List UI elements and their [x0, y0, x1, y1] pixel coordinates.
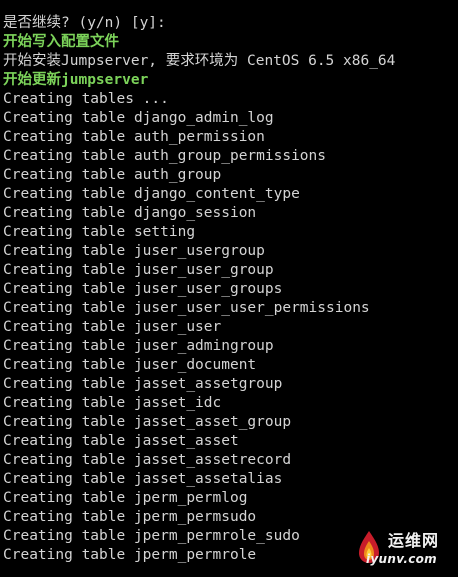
watermark-site-name: 运维网 [388, 531, 440, 550]
terminal-line: Creating table juser_user_groups [3, 281, 283, 297]
terminal-line: Creating table auth_group_permissions [3, 148, 327, 164]
terminal-line: Creating table juser_user_user_permissio… [3, 300, 370, 316]
terminal-line: Creating table auth_group [3, 167, 222, 183]
terminal-line: Creating table auth_permission [3, 129, 265, 145]
terminal-line: 开始更新jumpserver [3, 72, 149, 88]
terminal-line: Creating table jasset_assetalias [3, 471, 283, 487]
terminal-line: Creating table juser_user_group [3, 262, 274, 278]
terminal-line: 是否继续? (y/n) [y]: [3, 15, 166, 31]
terminal-line: Creating tables ... [3, 91, 169, 107]
terminal-line: Creating table jasset_asset_group [3, 414, 292, 430]
terminal-line: 开始写入配置文件 [3, 34, 119, 50]
terminal-line: Creating table juser_user [3, 319, 222, 335]
terminal-output[interactable]: 是否继续? (y/n) [y]: 开始写入配置文件开始安装Jumpserver, … [0, 0, 458, 577]
terminal-line: Creating table juser_usergroup [3, 243, 265, 259]
terminal-line: Creating table jasset_assetrecord [3, 452, 292, 468]
terminal-line: Creating table jasset_idc [3, 395, 222, 411]
terminal-line: Creating table jasset_assetgroup [3, 376, 283, 392]
terminal-lines: 是否继续? (y/n) [y]: 开始写入配置文件开始安装Jumpserver, … [3, 14, 458, 565]
terminal-line: Creating table django_admin_log [3, 110, 274, 126]
terminal-line: Creating table setting [3, 224, 196, 240]
terminal-line: Creating table jasset_asset [3, 433, 239, 449]
terminal-line: Creating table juser_document [3, 357, 257, 373]
watermark: 运维网 iyunv.com [352, 525, 452, 575]
terminal-line: Creating table django_session [3, 205, 257, 221]
terminal-line: 开始安装Jumpserver, 要求环境为 CentOS 6.5 x86_64 [3, 53, 396, 69]
watermark-site-url: iyunv.com [366, 552, 437, 566]
terminal-line: Creating table juser_admingroup [3, 338, 274, 354]
terminal-line: Creating table jperm_permlog [3, 490, 248, 506]
terminal-line: Creating table django_content_type [3, 186, 300, 202]
